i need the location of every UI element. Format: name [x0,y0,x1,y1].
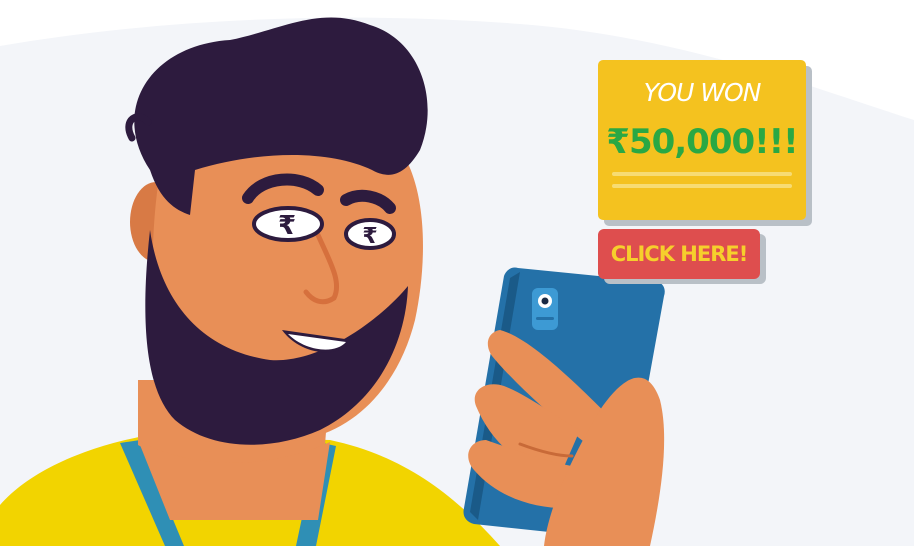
prize-popup: YOU WON ₹50,000!!! [598,60,806,220]
phone-camera-pupil [541,297,549,305]
popup-placeholder-line [612,184,792,188]
eye-left-rupee-symbol: ₹ [278,211,296,241]
prize-amount: ₹50,000!!! [606,122,798,162]
eye-right-rupee-symbol: ₹ [362,224,377,249]
popup-heading: YOU WON [643,78,762,107]
phone-flash [536,317,554,320]
click-here-button[interactable]: CLICK HERE! [598,229,760,279]
popup-placeholder-line [612,172,792,176]
